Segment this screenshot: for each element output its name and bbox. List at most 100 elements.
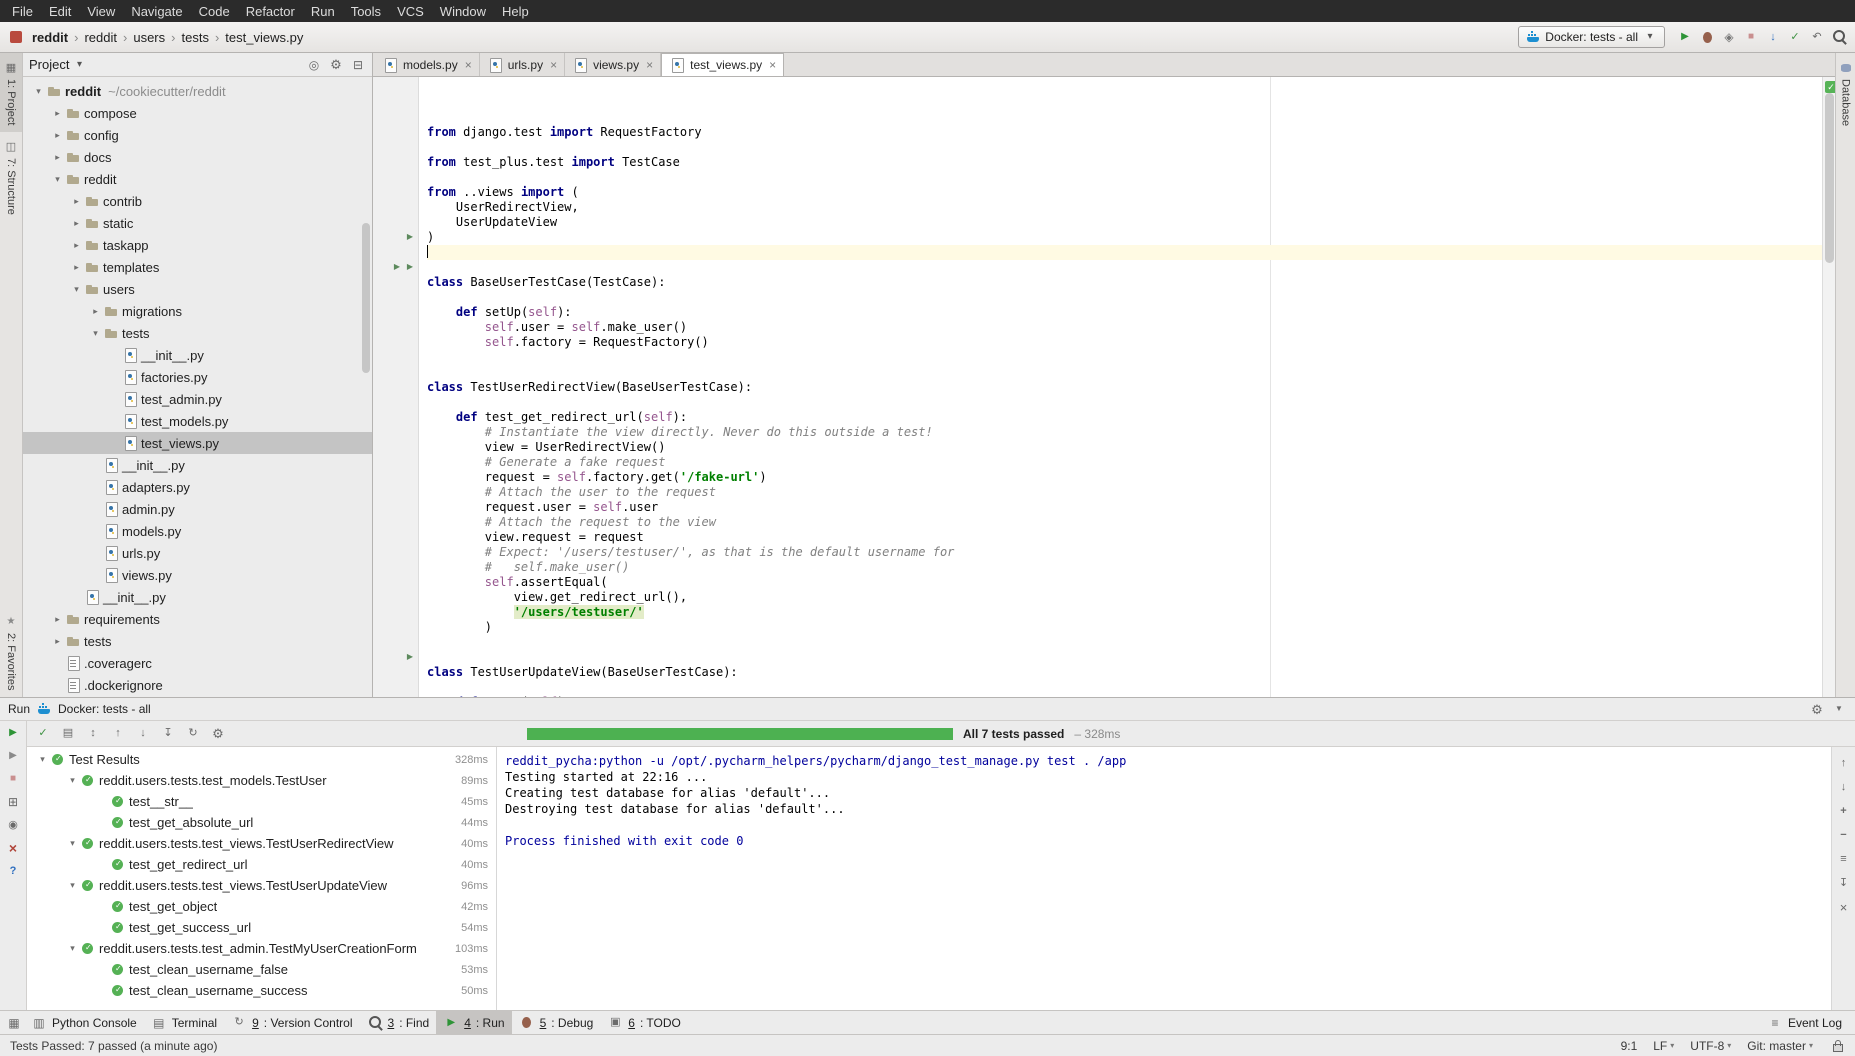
status-message[interactable]: Tests Passed: 7 passed (a minute ago) <box>10 1039 217 1053</box>
code-line[interactable] <box>427 290 1822 305</box>
tree-item-reddit[interactable]: ▾reddit~/cookiecutter/reddit <box>23 80 372 102</box>
show-passed-icon[interactable] <box>35 726 51 742</box>
collapse-all-icon[interactable] <box>350 57 366 73</box>
code-line[interactable]: ) <box>427 620 1822 635</box>
tab-close-icon[interactable]: × <box>463 58 472 72</box>
tree-item-compose[interactable]: ▸compose <box>23 102 372 124</box>
toolwindow-switcher-icon[interactable] <box>6 1015 22 1031</box>
status-widget-utf-8[interactable]: UTF-8▾ <box>1690 1039 1731 1053</box>
status-widget-lf[interactable]: LF▾ <box>1653 1039 1674 1053</box>
hide-icon[interactable] <box>1831 701 1847 717</box>
tree-item-__init__.py[interactable]: __init__.py <box>23 344 372 366</box>
code-line[interactable]: self.factory = RequestFactory() <box>427 335 1822 350</box>
code-line[interactable]: # Expect: '/users/testuser/', as that is… <box>427 545 1822 560</box>
clear-icon[interactable] <box>1836 899 1852 915</box>
menu-file[interactable]: File <box>4 0 41 22</box>
code-line[interactable] <box>427 140 1822 155</box>
search-icon[interactable] <box>1831 29 1847 45</box>
help-icon[interactable] <box>5 863 21 879</box>
run-test-gutter-icon[interactable]: ▶ <box>407 262 413 271</box>
test-node-test_get_absolute_url[interactable]: test_get_absolute_url44ms <box>27 812 496 833</box>
breadcrumb-reddit[interactable]: reddit <box>30 30 70 45</box>
toolwindow-button-event-log[interactable]: Event Log <box>1760 1015 1849 1031</box>
code-line[interactable]: view = UserRedirectView() <box>427 440 1822 455</box>
chevron-down-icon[interactable]: ▾ <box>65 838 80 849</box>
code-line[interactable]: '/users/testuser/' <box>427 605 1822 620</box>
code-area[interactable]: from django.test import RequestFactoryfr… <box>419 77 1822 697</box>
chevron-right-icon[interactable]: ▸ <box>69 262 84 273</box>
debug-icon[interactable] <box>1699 29 1715 45</box>
code-line[interactable] <box>427 260 1822 275</box>
chevron-down-icon[interactable]: ▾ <box>69 284 84 295</box>
scrollbar-thumb[interactable] <box>1825 93 1834 263</box>
run-console[interactable]: reddit_pycha:python -u /opt/.pycharm_hel… <box>497 747 1831 1010</box>
test-node-test_get_object[interactable]: test_get_object42ms <box>27 896 496 917</box>
code-line[interactable]: # Generate a fake request <box>427 455 1822 470</box>
chevron-down-icon[interactable] <box>71 57 87 73</box>
editor-tab-test_views.py[interactable]: test_views.py× <box>661 53 784 76</box>
gear-icon[interactable] <box>328 57 344 73</box>
stripe-tab-1-project[interactable]: 1: Project <box>0 53 22 132</box>
code-line[interactable]: request = self.factory.get('/fake-url') <box>427 470 1822 485</box>
project-panel-title[interactable]: Project <box>29 57 69 72</box>
tree-item-__init__.py[interactable]: __init__.py <box>23 454 372 476</box>
code-line[interactable] <box>427 245 1822 260</box>
tree-item-__init__.py[interactable]: __init__.py <box>23 586 372 608</box>
tree-item-config[interactable]: ▸config <box>23 124 372 146</box>
gear-icon[interactable] <box>210 726 226 742</box>
code-line[interactable] <box>427 365 1822 380</box>
tree-item-adapters.py[interactable]: adapters.py <box>23 476 372 498</box>
test-node-test_get_redirect_url[interactable]: test_get_redirect_url40ms <box>27 854 496 875</box>
code-line[interactable] <box>427 680 1822 695</box>
code-line[interactable]: def setUp(self): <box>427 695 1822 697</box>
chevron-right-icon[interactable]: ▸ <box>69 196 84 207</box>
tree-item-test_views.py[interactable]: test_views.py <box>23 432 372 454</box>
breadcrumb-tests[interactable]: tests <box>179 30 210 45</box>
tree-item-taskapp[interactable]: ▸taskapp <box>23 234 372 256</box>
editor-tab-urls.py[interactable]: urls.py× <box>480 53 565 76</box>
editor-tab-views.py[interactable]: views.py× <box>565 53 661 76</box>
prev-icon[interactable] <box>110 726 126 742</box>
menu-run[interactable]: Run <box>303 0 343 22</box>
code-line[interactable]: class TestUserRedirectView(BaseUserTestC… <box>427 380 1822 395</box>
code-line[interactable]: # Attach the user to the request <box>427 485 1822 500</box>
test-node-test__str__[interactable]: test__str__45ms <box>27 791 496 812</box>
tree-item-admin.py[interactable]: admin.py <box>23 498 372 520</box>
tree-item-reddit[interactable]: ▾reddit <box>23 168 372 190</box>
doc-icon[interactable] <box>60 726 76 742</box>
next-icon[interactable] <box>135 726 151 742</box>
export-icon[interactable] <box>160 726 176 742</box>
tree-item-views.py[interactable]: views.py <box>23 564 372 586</box>
rollback-icon[interactable] <box>1809 29 1825 45</box>
menu-window[interactable]: Window <box>432 0 494 22</box>
tree-item-factories.py[interactable]: factories.py <box>23 366 372 388</box>
menu-navigate[interactable]: Navigate <box>123 0 190 22</box>
down-icon[interactable] <box>1836 779 1852 795</box>
chevron-right-icon[interactable]: ▸ <box>88 306 103 317</box>
chevron-right-icon[interactable]: ▸ <box>50 636 65 647</box>
tree-item-tests[interactable]: ▾tests <box>23 322 372 344</box>
status-widget-9-1[interactable]: 9:1 <box>1621 1039 1638 1053</box>
restore-icon[interactable] <box>5 794 21 810</box>
code-line[interactable] <box>427 350 1822 365</box>
code-line[interactable]: request.user = self.user <box>427 500 1822 515</box>
menu-edit[interactable]: Edit <box>41 0 79 22</box>
tab-close-icon[interactable]: × <box>644 58 653 72</box>
run-config-selector[interactable]: Docker: tests - all <box>1518 26 1665 48</box>
editor-scrollbar[interactable] <box>1822 77 1835 697</box>
test-node-test_get_success_url[interactable]: test_get_success_url54ms <box>27 917 496 938</box>
code-line[interactable]: class TestUserUpdateView(BaseUserTestCas… <box>427 665 1822 680</box>
expand-icon[interactable] <box>1836 803 1852 819</box>
test-node-reddit.users.tests.test_views.testuserupdateview[interactable]: ▾reddit.users.tests.test_views.TestUserU… <box>27 875 496 896</box>
code-line[interactable] <box>427 635 1822 650</box>
pin-icon[interactable] <box>5 817 21 833</box>
chevron-down-icon[interactable]: ▾ <box>35 754 50 765</box>
chevron-down-icon[interactable]: ▾ <box>65 943 80 954</box>
tree-item-users[interactable]: ▾users <box>23 278 372 300</box>
chevron-down-icon[interactable]: ▾ <box>50 174 65 185</box>
stripe-tab-database[interactable]: Database <box>1836 53 1855 133</box>
test-node-reddit.users.tests.test_models.testuser[interactable]: ▾reddit.users.tests.test_models.TestUser… <box>27 770 496 791</box>
code-line[interactable]: view.request = request <box>427 530 1822 545</box>
toolwindow-button-3-find[interactable]: 3: Find <box>360 1011 437 1034</box>
test-node-reddit.users.tests.test_views.testuserredirectview[interactable]: ▾reddit.users.tests.test_views.TestUserR… <box>27 833 496 854</box>
